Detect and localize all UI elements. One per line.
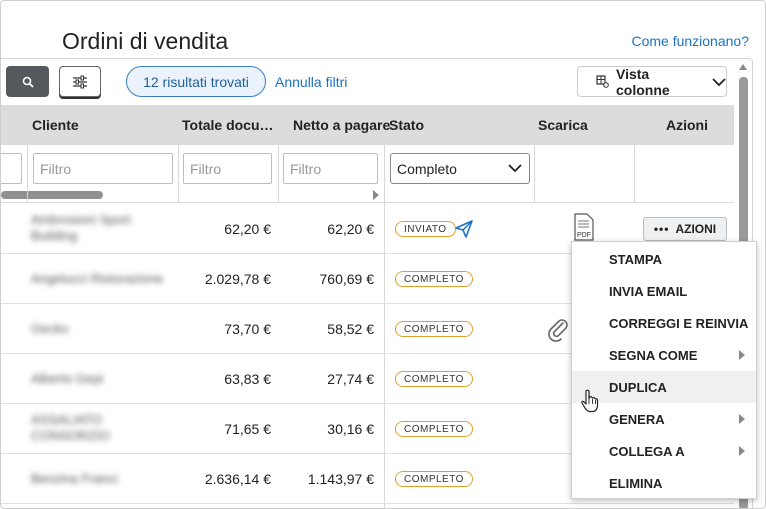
actions-column-divider <box>634 145 635 203</box>
client-name: Gecko <box>31 321 69 336</box>
app-window: Ordini di vendita Come funzionano? 12 ri… <box>0 0 766 509</box>
horizontal-scrollbar-thumb[interactable] <box>1 191 103 199</box>
net-amount: 760,69 € <box>319 271 375 287</box>
net-amount: 62,20 € <box>327 221 374 237</box>
total-amount: 63,83 € <box>224 371 271 387</box>
total-column-divider <box>178 145 179 203</box>
reset-filters-link[interactable]: Annulla filtri <box>275 74 347 90</box>
total-amount: 2.636,14 € <box>204 471 271 487</box>
total-amount: 2.029,78 € <box>204 271 271 287</box>
results-count-pill[interactable]: 12 risultati trovati <box>126 66 266 97</box>
submenu-arrow-icon <box>739 350 745 360</box>
net-amount: 27,74 € <box>327 371 374 387</box>
actions-menu: STAMPA INVIA EMAIL CORREGGI E REINVIA SE… <box>571 241 757 499</box>
filter-toggle-button[interactable] <box>59 66 101 97</box>
client-name: Benzina Franci <box>31 471 118 486</box>
search-icon <box>22 76 34 88</box>
menu-item-correggi-e-reinvia[interactable]: CORREGGI E REINVIA <box>572 307 756 339</box>
client-name: ASSALIATO CONSORZIO <box>31 412 110 443</box>
net-amount: 1.143,97 € <box>307 471 374 487</box>
actions-button[interactable]: ••• AZIONI <box>643 217 727 241</box>
column-header-download: Scarica <box>538 117 588 133</box>
menu-item-collega-a[interactable]: COLLEGA A <box>572 435 756 467</box>
client-name: Angelucci Ristorazione <box>31 271 164 286</box>
client-column-divider <box>27 145 28 203</box>
total-amount: 71,65 € <box>224 421 271 437</box>
submenu-arrow-icon <box>739 414 745 424</box>
net-amount: 58,52 € <box>327 321 374 337</box>
hand-cursor-icon <box>580 389 600 416</box>
pdf-label: PDF <box>577 232 591 239</box>
status-column-divider <box>384 145 385 508</box>
column-header-total[interactable]: Totale docu… <box>182 117 274 133</box>
client-name: Alberto Gepi <box>31 371 104 386</box>
status-badge: COMPLETO <box>395 421 473 437</box>
actions-button-label: AZIONI <box>675 222 717 236</box>
total-amount: 62,20 € <box>224 221 271 237</box>
filter-input-net[interactable]: Filtro <box>283 153 378 184</box>
status-filter-select[interactable]: Completo <box>390 153 530 184</box>
column-header-status[interactable]: Stato <box>389 117 424 133</box>
paperclip-icon[interactable] <box>546 317 572 346</box>
menu-item-segna-come[interactable]: SEGNA COME <box>572 339 756 371</box>
status-badge: INVIATO <box>395 221 456 237</box>
pdf-file-icon[interactable]: PDF <box>573 213 595 244</box>
help-link[interactable]: Come funzionano? <box>631 33 749 49</box>
column-header-net[interactable]: Netto a pagare <box>293 117 390 133</box>
column-header-actions: Azioni <box>666 117 708 133</box>
filter-input-client[interactable]: Filtro <box>33 153 173 184</box>
filter-input-total[interactable]: Filtro <box>183 153 272 184</box>
net-column-divider <box>278 145 279 203</box>
menu-item-stampa[interactable]: STAMPA <box>572 243 756 275</box>
sliders-icon <box>73 75 87 88</box>
scroll-right-arrow-icon[interactable] <box>373 190 379 200</box>
status-badge: COMPLETO <box>395 371 473 387</box>
scroll-up-arrow-icon[interactable] <box>739 64 747 70</box>
page-title: Ordini di vendita <box>62 28 229 54</box>
columns-view-button[interactable]: Vista colonne <box>577 65 727 98</box>
more-dots-icon: ••• <box>653 222 670 236</box>
menu-item-invia-email[interactable]: INVIA EMAIL <box>572 275 756 307</box>
search-button[interactable] <box>6 66 49 97</box>
net-amount: 30,16 € <box>327 421 374 437</box>
total-amount: 73,70 € <box>224 321 271 337</box>
client-name: Ambrosioni Sport Building <box>31 212 131 243</box>
submenu-arrow-icon <box>739 446 745 456</box>
filter-input-first[interactable] <box>1 153 22 184</box>
download-column-divider <box>534 145 535 203</box>
status-badge: COMPLETO <box>395 271 473 287</box>
menu-item-elimina[interactable]: ELIMINA <box>572 467 756 499</box>
send-plane-icon[interactable] <box>454 219 474 242</box>
chevron-down-icon <box>507 160 523 179</box>
chevron-down-icon <box>712 77 726 87</box>
status-badge: COMPLETO <box>395 321 473 337</box>
table-header: Cliente Totale docu… Netto a pagare Stat… <box>1 105 734 145</box>
column-header-client[interactable]: Cliente <box>32 117 79 133</box>
status-badge: COMPLETO <box>395 471 473 487</box>
columns-icon <box>596 75 609 88</box>
columns-view-label: Vista colonne <box>616 65 670 98</box>
status-filter-value: Completo <box>397 160 457 177</box>
